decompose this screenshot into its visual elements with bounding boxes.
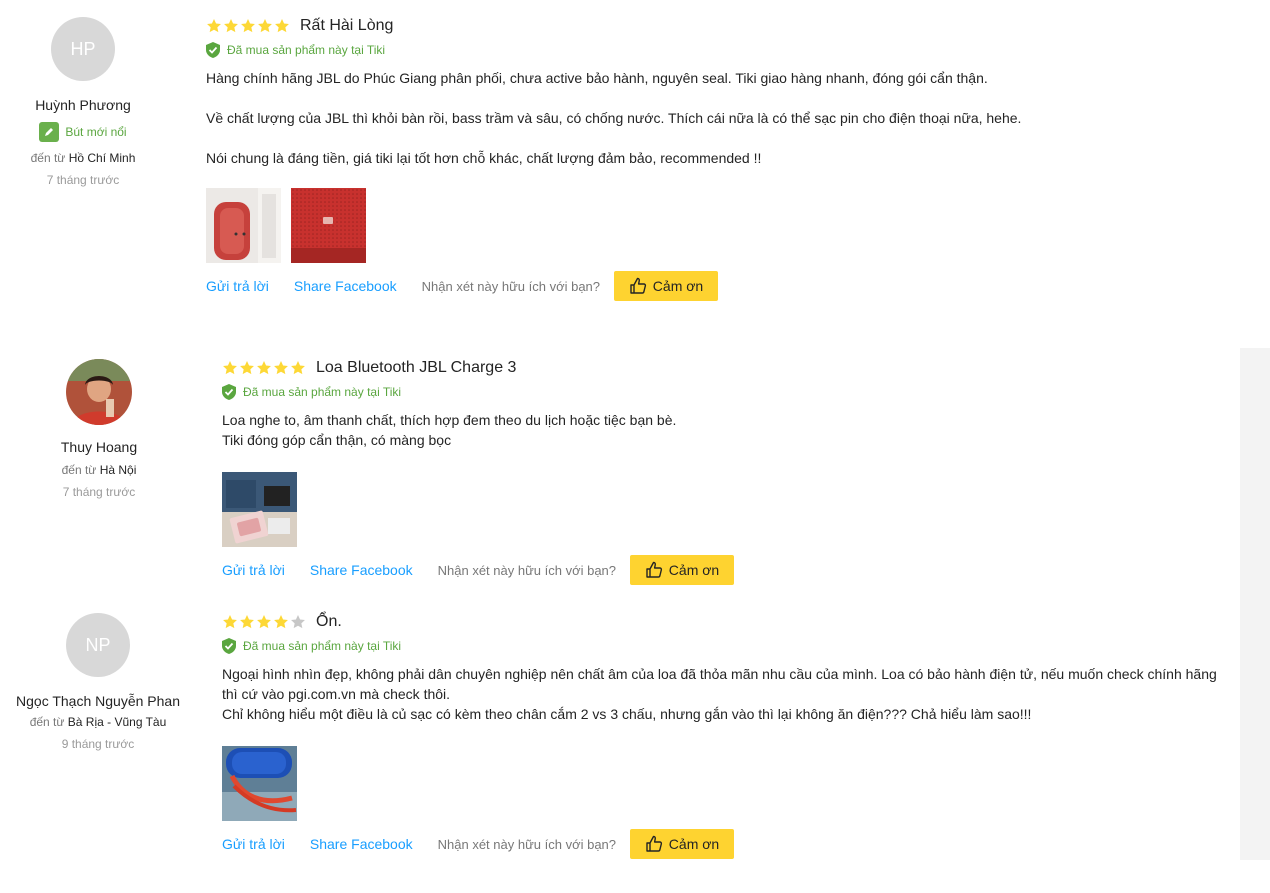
review-image[interactable] — [222, 472, 297, 547]
verified-purchase: Đã mua sản phẩm này tại Tiki — [222, 384, 1232, 400]
star-filled-icon — [258, 19, 272, 33]
helpful-question: Nhận xét này hữu ích với bạn? — [437, 836, 617, 852]
review-paragraph: Hàng chính hãng JBL do Phúc Giang phân p… — [206, 70, 988, 86]
pen-icon — [39, 122, 60, 142]
review-line: Tiki đóng góp cẩn thận, có màng bọc — [222, 432, 452, 448]
review-paragraph: Về chất lượng của JBL thì khỏi bàn rồi, … — [206, 110, 1022, 126]
reviewer-name: Thuy Hoang — [60, 439, 138, 455]
review-title: Ổn. — [316, 613, 342, 630]
from-prefix: đến từ — [29, 715, 65, 729]
helpful-question: Nhận xét này hữu ích với bạn? — [421, 278, 601, 294]
star-filled-icon — [240, 361, 254, 375]
from-prefix: đến từ — [61, 463, 97, 477]
reviewer-name: Ngọc Thạch Nguyễn Phan — [16, 693, 180, 709]
review-header: Ổn. — [222, 611, 1232, 633]
verified-label: Đã mua sản phẩm này tại Tiki — [243, 639, 402, 653]
avatar[interactable] — [66, 359, 132, 425]
share-facebook-link[interactable]: Share Facebook — [310, 562, 413, 578]
thanks-button[interactable]: Cảm ơn — [614, 271, 719, 301]
helpful-question: Nhận xét này hữu ích với bạn? — [437, 562, 617, 578]
review-header: Loa Bluetooth JBL Charge 3 — [222, 357, 1232, 379]
star-filled-icon — [241, 19, 255, 33]
star-filled-icon — [223, 615, 237, 629]
review-image[interactable] — [206, 188, 281, 263]
star-filled-icon — [291, 361, 305, 375]
location-value: Bà Rịa - Vũng Tàu — [67, 715, 167, 729]
star-empty-icon — [291, 615, 305, 629]
review-time: 7 tháng trước — [62, 485, 136, 499]
verified-label: Đã mua sản phẩm này tại Tiki — [243, 385, 402, 399]
thumbs-up-icon — [646, 835, 662, 852]
star-filled-icon — [223, 361, 237, 375]
share-facebook-link[interactable]: Share Facebook — [310, 836, 413, 852]
reviewer-location: đến từ Hồ Chí Minh — [20, 151, 146, 165]
reply-link[interactable]: Gửi trả lời — [222, 836, 285, 852]
review-title: Loa Bluetooth JBL Charge 3 — [316, 359, 517, 376]
review-user: NP Ngọc Thạch Nguyễn Phan đến từ Bà Rịa … — [8, 613, 188, 751]
shield-check-icon — [206, 42, 220, 58]
thumbs-up-icon — [630, 277, 646, 294]
review-actions: Gửi trả lời Share Facebook Nhận xét này … — [222, 555, 1232, 585]
review-time: 7 tháng trước — [46, 173, 120, 187]
review-images — [222, 746, 1232, 821]
star-filled-icon — [257, 361, 271, 375]
review-content: Ngoại hình nhìn đẹp, không phải dân chuy… — [222, 664, 1232, 724]
reviewer-location: đến từ Hà Nội — [36, 463, 162, 477]
rating-stars — [222, 614, 306, 630]
review-actions: Gửi trả lời Share Facebook Nhận xét này … — [222, 829, 1232, 859]
star-filled-icon — [257, 615, 271, 629]
thanks-button[interactable]: Cảm ơn — [630, 555, 735, 585]
star-filled-icon — [275, 19, 289, 33]
location-value: Hà Nội — [99, 463, 137, 477]
review-header: Rất Hài Lòng — [206, 15, 1216, 37]
review-content: Hàng chính hãng JBL do Phúc Giang phân p… — [206, 68, 1216, 168]
review-line: Loa nghe to, âm thanh chất, thích hợp đe… — [222, 412, 677, 428]
thanks-button[interactable]: Cảm ơn — [630, 829, 735, 859]
review-time: 9 tháng trước — [61, 737, 135, 751]
thumbs-up-icon — [646, 561, 662, 578]
review-line: Ngoại hình nhìn đẹp, không phải dân chuy… — [222, 666, 1217, 702]
verified-label: Đã mua sản phẩm này tại Tiki — [227, 43, 386, 57]
from-prefix: đến từ — [30, 151, 66, 165]
star-filled-icon — [240, 615, 254, 629]
avatar[interactable]: NP — [66, 613, 130, 677]
review-title: Rất Hài Lòng — [300, 17, 394, 34]
verified-purchase: Đã mua sản phẩm này tại Tiki — [222, 638, 1232, 654]
review-body: Ổn. Đã mua sản phẩm này tại Tiki Ngoại h… — [222, 611, 1232, 859]
star-filled-icon — [224, 19, 238, 33]
avatar[interactable]: HP — [51, 17, 115, 81]
review-paragraph: Nói chung là đáng tiền, giá tiki lại tốt… — [206, 150, 762, 166]
rating-stars — [222, 360, 306, 376]
review-user: Thuy Hoang đến từ Hà Nội 7 tháng trước — [36, 359, 162, 499]
reply-link[interactable]: Gửi trả lời — [206, 278, 269, 294]
verified-purchase: Đã mua sản phẩm này tại Tiki — [206, 42, 1216, 58]
review-actions: Gửi trả lời Share Facebook Nhận xét này … — [206, 271, 1216, 301]
review-user: HP Huỳnh Phương Bút mới nổi đến từ Hồ Ch… — [20, 17, 146, 187]
review-image[interactable] — [291, 188, 366, 263]
thanks-label: Cảm ơn — [668, 562, 720, 578]
reviewer-badge: Bút mới nổi — [39, 122, 127, 142]
review-body: Rất Hài Lòng Đã mua sản phẩm này tại Tik… — [206, 15, 1216, 301]
star-filled-icon — [274, 615, 288, 629]
review-line: Chỉ không hiểu một điều là củ sạc có kèm… — [222, 706, 1032, 722]
reply-link[interactable]: Gửi trả lời — [222, 562, 285, 578]
reviewer-name: Huỳnh Phương — [35, 97, 131, 113]
star-filled-icon — [274, 361, 288, 375]
reviewer-location: đến từ Bà Rịa - Vũng Tàu — [8, 715, 188, 729]
star-filled-icon — [207, 19, 221, 33]
shield-check-icon — [222, 384, 236, 400]
review-images — [206, 188, 1216, 263]
share-facebook-link[interactable]: Share Facebook — [294, 278, 397, 294]
review-images — [222, 472, 1232, 547]
scrollbar-track[interactable] — [1240, 348, 1270, 860]
rating-stars — [206, 18, 290, 34]
location-value: Hồ Chí Minh — [68, 151, 136, 165]
thanks-label: Cảm ơn — [668, 836, 720, 852]
badge-label: Bút mới nổi — [65, 125, 127, 139]
review-content: Loa nghe to, âm thanh chất, thích hợp đe… — [222, 410, 1232, 450]
review-body: Loa Bluetooth JBL Charge 3 Đã mua sản ph… — [222, 357, 1232, 585]
shield-check-icon — [222, 638, 236, 654]
review-image[interactable] — [222, 746, 297, 821]
thanks-label: Cảm ơn — [652, 278, 704, 294]
